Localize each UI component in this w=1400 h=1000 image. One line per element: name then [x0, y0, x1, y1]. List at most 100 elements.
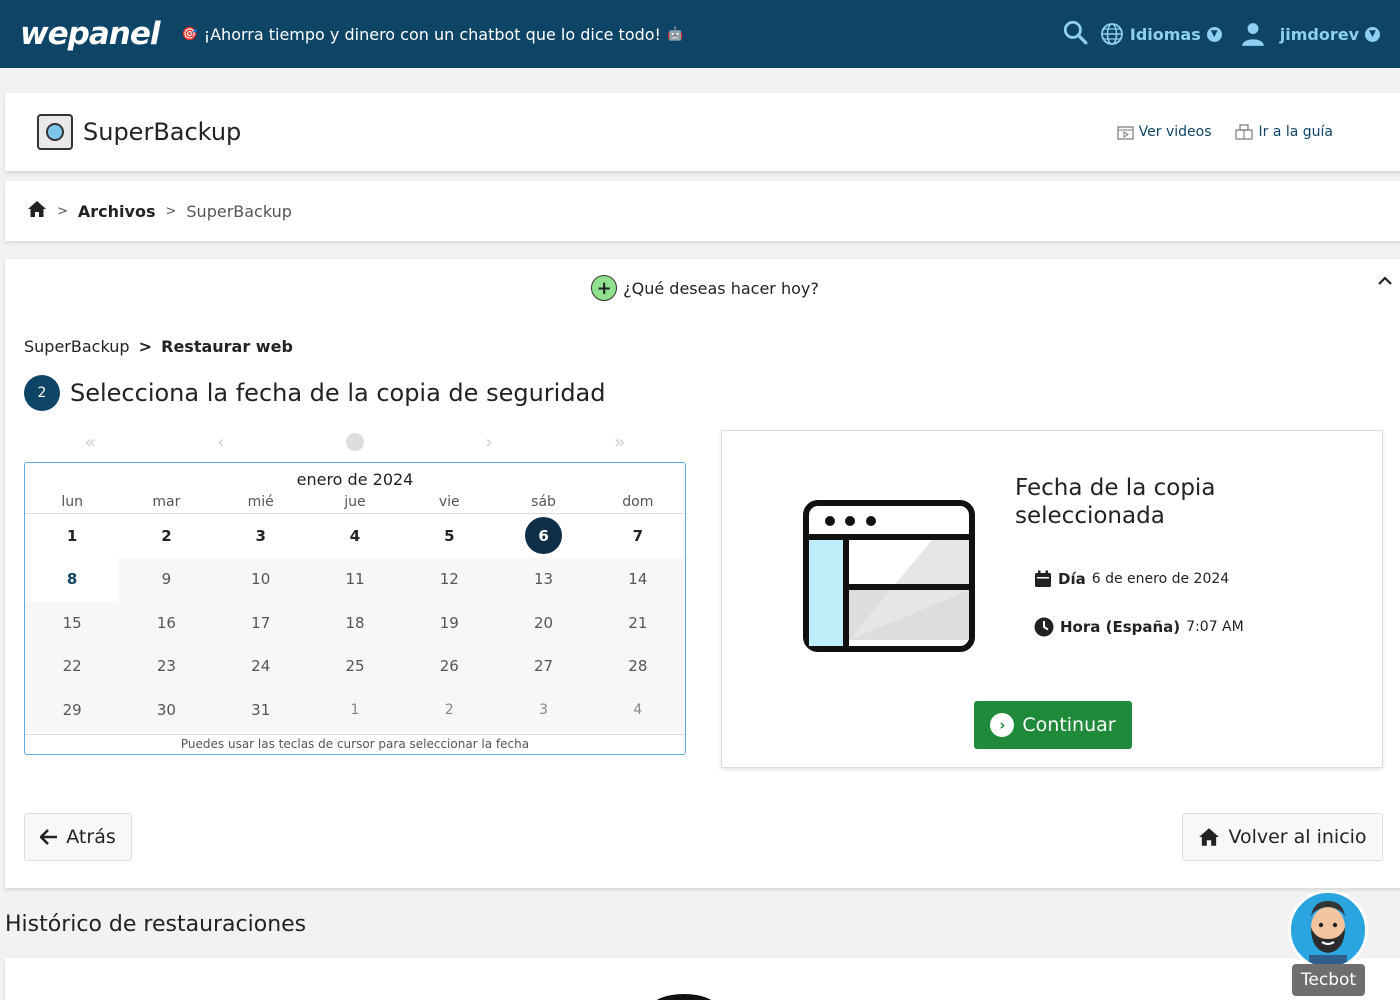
- plus-clover-icon: +: [591, 275, 618, 301]
- chevron-right-icon[interactable]: ›: [485, 432, 492, 453]
- history-title: Histórico de restauraciones: [5, 912, 307, 937]
- calendar-day[interactable]: 6: [496, 514, 591, 558]
- selected-time-row: Hora (España) 7:07 AM: [1034, 617, 1244, 637]
- calendar-day[interactable]: 18: [307, 601, 403, 645]
- guide-link-label: Ir a la guía: [1258, 124, 1333, 140]
- chevron-left-icon[interactable]: ‹: [217, 432, 224, 453]
- calendar-hint: Puedes usar las teclas de cursor para se…: [25, 734, 685, 754]
- calendar-day[interactable]: 5: [402, 514, 497, 558]
- clock-icon: [1034, 617, 1054, 637]
- calendar-day[interactable]: 13: [496, 557, 591, 601]
- restore-panel: + ¿Qué deseas hacer hoy? SuperBackup > R…: [5, 259, 1400, 888]
- calendar-day[interactable]: 4: [307, 514, 403, 558]
- videos-link[interactable]: Ver videos: [1117, 124, 1211, 140]
- page-title: SuperBackup: [83, 118, 242, 146]
- calendar-day[interactable]: 9: [119, 557, 214, 601]
- calendar-day[interactable]: 21: [590, 601, 685, 645]
- today-dot-button[interactable]: [345, 433, 364, 451]
- step-breadcrumb-root[interactable]: SuperBackup: [24, 337, 130, 356]
- languages-menu[interactable]: Idiomas ▼: [1100, 22, 1222, 46]
- top-navbar: wepanel 🎯 ¡Ahorra tiempo y dinero con un…: [0, 0, 1400, 68]
- tecbot-label: Tecbot: [1292, 964, 1365, 996]
- double-chevron-right-icon[interactable]: »: [614, 432, 625, 453]
- calendar-day[interactable]: 2: [402, 688, 497, 732]
- calendar-day[interactable]: 25: [307, 644, 403, 688]
- calendar-day[interactable]: 28: [590, 644, 685, 688]
- calendar-day[interactable]: 19: [402, 601, 497, 645]
- calendar-day[interactable]: 10: [213, 557, 308, 601]
- step-number: 2: [24, 375, 60, 411]
- calendar-day[interactable]: 30: [119, 688, 214, 732]
- day-label: Día: [1058, 570, 1086, 588]
- chevron-right-circle-icon: ›: [990, 713, 1015, 737]
- calendar-day[interactable]: 4: [590, 688, 685, 732]
- home-button[interactable]: Volver al inicio: [1182, 813, 1383, 861]
- globe-icon: [1100, 23, 1123, 45]
- calendar-day[interactable]: 26: [402, 644, 497, 688]
- tecbot-widget[interactable]: Tecbot: [1288, 890, 1370, 1000]
- promo-banner[interactable]: 🎯 ¡Ahorra tiempo y dinero con un chatbot…: [182, 25, 684, 44]
- quick-actions-toggle[interactable]: + ¿Qué deseas hacer hoy?: [5, 275, 1400, 301]
- back-button[interactable]: Atrás: [24, 813, 132, 861]
- weekday-label: jue: [344, 494, 366, 510]
- step-breadcrumb-current: Restaurar web: [161, 337, 293, 356]
- guide-link[interactable]: Ir a la guía: [1235, 124, 1333, 140]
- calendar-day[interactable]: 23: [119, 644, 214, 688]
- calendar-day[interactable]: 14: [590, 557, 685, 601]
- calendar-day[interactable]: 31: [213, 688, 308, 732]
- question-text: ¿Qué deseas hacer hoy?: [623, 278, 819, 298]
- search-icon[interactable]: [1062, 19, 1088, 49]
- calendar-day[interactable]: 11: [307, 557, 403, 601]
- calendar-day[interactable]: 29: [25, 688, 120, 732]
- dart-icon: 🎯: [181, 26, 198, 42]
- time-value: 7:07 AM: [1186, 619, 1244, 635]
- languages-label: Idiomas: [1129, 24, 1201, 44]
- chevron-down-icon: ▼: [1206, 26, 1222, 42]
- continue-button[interactable]: › Continuar: [974, 701, 1132, 749]
- arrow-left-icon: [40, 829, 58, 845]
- calendar-day[interactable]: 7: [590, 514, 685, 558]
- home-label: Volver al inicio: [1228, 826, 1367, 848]
- video-icon: [1117, 125, 1134, 140]
- user-menu[interactable]: jimdorev ▼: [1240, 21, 1380, 47]
- step-header: 2 Selecciona la fecha de la copia de seg…: [24, 375, 606, 411]
- calendar-day[interactable]: 20: [496, 601, 591, 645]
- home-icon[interactable]: [27, 200, 47, 222]
- calendar-day[interactable]: 15: [25, 601, 120, 645]
- selected-day[interactable]: 6: [525, 517, 563, 555]
- continue-label: Continuar: [1022, 714, 1116, 736]
- calendar-day[interactable]: 12: [402, 557, 497, 601]
- breadcrumb-current: SuperBackup: [186, 201, 292, 221]
- calendar-day[interactable]: 1: [25, 514, 120, 558]
- history-panel: [5, 958, 1400, 1000]
- calendar-navigation: « ‹ › »: [24, 429, 686, 455]
- page-header: SuperBackup Ver videos Ir a la guía: [5, 93, 1400, 171]
- calendar-day[interactable]: 3: [213, 514, 308, 558]
- calendar-day[interactable]: 1: [307, 688, 403, 732]
- promo-text[interactable]: ¡Ahorra tiempo y dinero con un chatbot q…: [204, 25, 661, 44]
- calendar-day[interactable]: 16: [119, 601, 214, 645]
- calendar-icon: [1035, 570, 1051, 587]
- calendar-day[interactable]: 2: [119, 514, 214, 558]
- selected-date-panel: Fecha de la copia seleccionada Día 6 de …: [721, 430, 1383, 768]
- weekday-label: sáb: [531, 494, 556, 510]
- breadcrumb-separator: >: [165, 203, 177, 219]
- calendar-day[interactable]: 8: [25, 557, 120, 601]
- breadcrumb-archivos[interactable]: Archivos: [78, 202, 156, 221]
- calendar-day[interactable]: 27: [496, 644, 591, 688]
- day-value: 6 de enero de 2024: [1091, 571, 1230, 587]
- calendar-day[interactable]: 22: [25, 644, 120, 688]
- home-icon: [1199, 828, 1220, 846]
- double-chevron-left-icon[interactable]: «: [85, 432, 96, 453]
- chevron-down-icon: ▼: [1365, 26, 1380, 42]
- time-label: Hora (España): [1060, 618, 1181, 636]
- calendar-day[interactable]: 3: [496, 688, 591, 732]
- selected-date-title: Fecha de la copia seleccionada: [1015, 475, 1216, 529]
- wepanel-logo[interactable]: wepanel: [20, 16, 160, 52]
- calendar-day[interactable]: 17: [213, 601, 308, 645]
- guide-icon: [1235, 124, 1254, 140]
- weekday-label: mié: [247, 494, 274, 510]
- chevron-up-icon[interactable]: [1377, 271, 1393, 292]
- calendar-day[interactable]: 24: [213, 644, 308, 688]
- robot-icon: 🤖: [666, 26, 684, 42]
